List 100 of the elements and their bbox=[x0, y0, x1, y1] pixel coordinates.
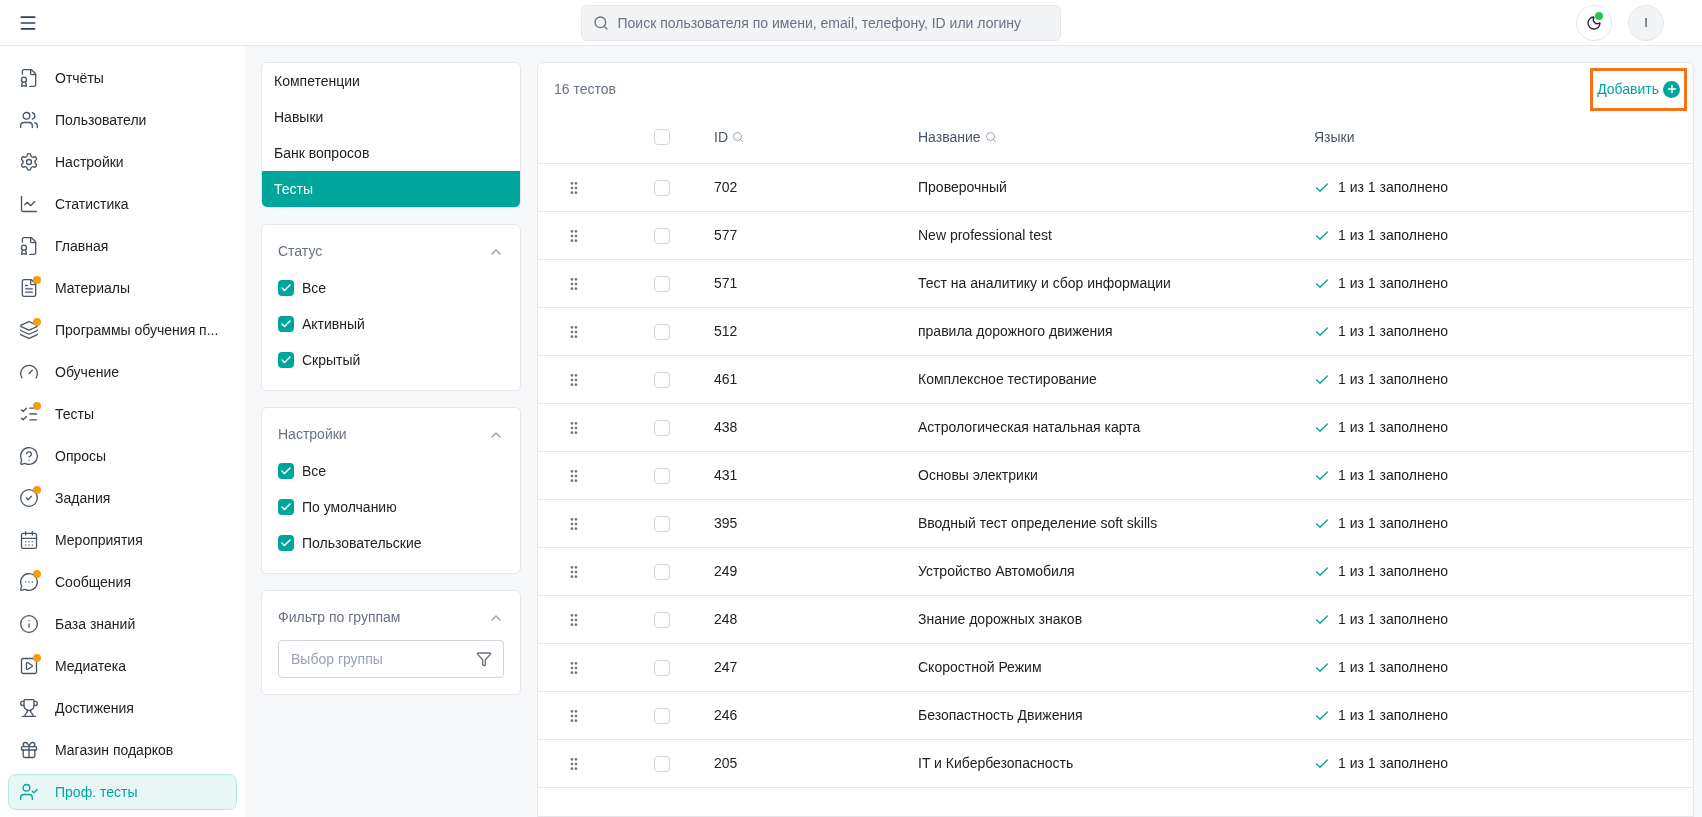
name-cell-text: IT и Кибербезопасность bbox=[918, 754, 1075, 773]
name-cell-text: Тест на аналитику и сбор информации bbox=[918, 274, 1172, 293]
option-label: Все bbox=[302, 461, 327, 481]
filter-title: Статус bbox=[278, 242, 323, 261]
name-cell-text: Скоростной Режим bbox=[918, 658, 1043, 677]
id-cell-text: 577 bbox=[714, 226, 739, 245]
checkbox[interactable] bbox=[278, 316, 294, 332]
sidebar-item[interactable]: Пользователи bbox=[8, 102, 237, 138]
sidebar-item[interactable]: Опросы bbox=[8, 438, 237, 474]
id-cell-text: 571 bbox=[714, 274, 739, 293]
sidebar-icon bbox=[19, 236, 39, 256]
sidebar-icon bbox=[19, 68, 39, 88]
column-header[interactable]: Языки bbox=[1314, 126, 1355, 148]
languages-cell-text: 1 из 1 заполнено bbox=[1338, 562, 1448, 581]
checkbox[interactable] bbox=[654, 563, 670, 580]
checkbox[interactable] bbox=[654, 179, 670, 196]
checkbox[interactable] bbox=[654, 659, 670, 676]
sidebar-icon bbox=[19, 656, 39, 676]
sidebar-icon bbox=[19, 572, 39, 592]
filter-icon bbox=[476, 651, 492, 667]
option-label: Пользовательские bbox=[302, 533, 422, 553]
id-cell-text: 249 bbox=[714, 562, 739, 581]
sidebar-item[interactable]: Статистика bbox=[8, 186, 237, 222]
id-cell-text: 512 bbox=[714, 322, 739, 341]
checkbox[interactable] bbox=[654, 707, 670, 724]
sidebar-item[interactable]: Тесты bbox=[8, 396, 237, 432]
theme-button[interactable] bbox=[1576, 4, 1612, 41]
checkbox[interactable] bbox=[278, 463, 294, 479]
section-item[interactable]: Банк вопросов bbox=[262, 135, 520, 171]
option-label: Все bbox=[302, 278, 327, 298]
column-header[interactable]: ID bbox=[714, 126, 728, 148]
sidebar-item[interactable]: Отчёты bbox=[8, 60, 237, 96]
name-cell-text: Устройство Автомобиля bbox=[918, 562, 1076, 581]
sidebar-icon bbox=[19, 194, 39, 214]
checkbox[interactable] bbox=[654, 611, 670, 628]
sidebar-icon bbox=[19, 110, 39, 130]
sidebar-item[interactable]: Настройки bbox=[8, 144, 237, 180]
option-label: Скрытый bbox=[302, 350, 361, 370]
sidebar-icon bbox=[19, 782, 39, 802]
plus-icon bbox=[1665, 83, 1678, 95]
checkbox[interactable] bbox=[654, 323, 670, 340]
moon-icon bbox=[1586, 14, 1602, 31]
sidebar-item[interactable]: Материалы bbox=[8, 270, 237, 306]
sidebar-item[interactable]: Программы обучения п... bbox=[8, 312, 237, 348]
name-cell-text: New professional test bbox=[918, 226, 1053, 245]
languages-cell-text: 1 из 1 заполнено bbox=[1338, 226, 1448, 245]
languages-cell-text: 1 из 1 заполнено bbox=[1338, 706, 1448, 725]
group-select[interactable]: Выбор группы bbox=[278, 640, 504, 678]
checkmark-icon bbox=[280, 537, 292, 549]
section-item[interactable]: Навыки bbox=[262, 99, 520, 135]
languages-cell-text: 1 из 1 заполнено bbox=[1338, 418, 1448, 437]
column-header[interactable]: Название bbox=[918, 126, 981, 148]
id-cell-text: 431 bbox=[714, 466, 739, 485]
id-cell-text: 205 bbox=[714, 754, 739, 773]
sidebar-item[interactable]: Магазин подарков bbox=[8, 732, 237, 768]
sidebar-item[interactable]: Задания bbox=[8, 480, 237, 516]
languages-cell-text: 1 из 1 заполнено bbox=[1338, 322, 1448, 341]
sidebar-item[interactable]: База знаний bbox=[8, 606, 237, 642]
id-cell-text: 438 bbox=[714, 418, 739, 437]
checkbox[interactable] bbox=[278, 499, 294, 515]
checkmark-icon bbox=[280, 354, 292, 366]
sidebar-item[interactable]: Медиатека bbox=[8, 648, 237, 684]
checkbox[interactable] bbox=[278, 352, 294, 368]
filter-title: Настройки bbox=[278, 425, 347, 444]
name-cell-text: правила дорожного движения bbox=[918, 322, 1114, 341]
id-cell-text: 247 bbox=[714, 658, 739, 677]
languages-cell-text: 1 из 1 заполнено bbox=[1338, 178, 1448, 197]
languages-cell-text: 1 из 1 заполнено bbox=[1338, 610, 1448, 629]
avatar-button[interactable]: I bbox=[1628, 4, 1664, 41]
sidebar-item[interactable]: Сообщения bbox=[8, 564, 237, 600]
checkmark-icon bbox=[280, 465, 292, 477]
checkbox[interactable] bbox=[654, 227, 670, 244]
checkbox[interactable] bbox=[654, 129, 670, 145]
sidebar-item[interactable]: Достижения bbox=[8, 690, 237, 726]
id-cell-text: 246 bbox=[714, 706, 739, 725]
checkbox[interactable] bbox=[654, 515, 670, 532]
checkbox[interactable] bbox=[654, 419, 670, 436]
sidebar-item[interactable]: Обучение bbox=[8, 354, 237, 390]
name-cell-text: Комплексное тестирование bbox=[918, 370, 1098, 389]
checkbox[interactable] bbox=[278, 280, 294, 296]
checkbox[interactable] bbox=[278, 535, 294, 551]
name-cell-text: Основы электрики bbox=[918, 466, 1039, 485]
sidebar-item[interactable]: Главная bbox=[8, 228, 237, 264]
sidebar-item[interactable]: Мероприятия bbox=[8, 522, 237, 558]
sidebar-icon bbox=[19, 446, 39, 466]
sidebar-icon bbox=[19, 320, 39, 340]
id-cell-text: 395 bbox=[714, 514, 739, 533]
name-cell-text: Вводный тест определение soft skills bbox=[918, 514, 1159, 533]
search-icon[interactable] bbox=[984, 131, 997, 143]
section-item[interactable]: Компетенции bbox=[262, 63, 520, 99]
sidebar-icon bbox=[19, 614, 39, 634]
id-cell-text: 248 bbox=[714, 610, 739, 629]
sidebar-icon bbox=[19, 152, 39, 172]
checkbox[interactable] bbox=[654, 275, 670, 292]
checkbox[interactable] bbox=[654, 467, 670, 484]
checkbox[interactable] bbox=[654, 371, 670, 388]
search-icon[interactable] bbox=[732, 131, 744, 143]
checkbox[interactable] bbox=[654, 755, 670, 772]
search-field[interactable]: Поиск пользователя по имени, email, телефону, ID или логину bbox=[580, 4, 1061, 41]
name-cell-text: Проверочный bbox=[918, 178, 1008, 197]
